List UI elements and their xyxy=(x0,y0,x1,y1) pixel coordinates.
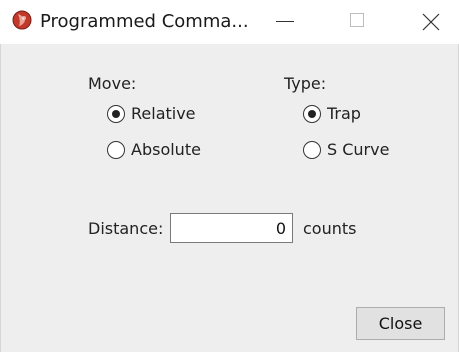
app-logo-icon xyxy=(12,10,32,30)
close-button[interactable]: Close xyxy=(356,307,445,340)
radio-button-checked[interactable] xyxy=(107,105,125,123)
distance-label: Distance: xyxy=(88,219,164,238)
dialog-content xyxy=(0,44,459,352)
maximize-icon xyxy=(350,13,364,27)
radio-label-absolute: Absolute xyxy=(131,140,201,159)
minimize-button[interactable] xyxy=(263,0,309,44)
close-window-button[interactable] xyxy=(408,0,454,44)
maximize-button[interactable] xyxy=(335,0,381,44)
distance-input[interactable] xyxy=(170,213,293,243)
window-title: Programmed Comma... xyxy=(40,11,249,32)
title-bar[interactable]: Programmed Comma... xyxy=(0,0,459,44)
radio-label-trap: Trap xyxy=(327,104,361,123)
radio-button-unchecked[interactable] xyxy=(303,141,321,159)
programmed-command-dialog: Programmed Comma... Move: Relative Absol… xyxy=(0,0,459,352)
distance-unit-label: counts xyxy=(303,219,357,238)
radio-button-checked[interactable] xyxy=(303,105,321,123)
move-label: Move: xyxy=(88,74,137,93)
radio-button-unchecked[interactable] xyxy=(107,141,125,159)
minimize-icon xyxy=(276,21,294,22)
type-label: Type: xyxy=(284,74,327,93)
radio-label-s-curve: S Curve xyxy=(327,140,390,159)
radio-label-relative: Relative xyxy=(131,104,196,123)
close-icon xyxy=(422,13,440,31)
